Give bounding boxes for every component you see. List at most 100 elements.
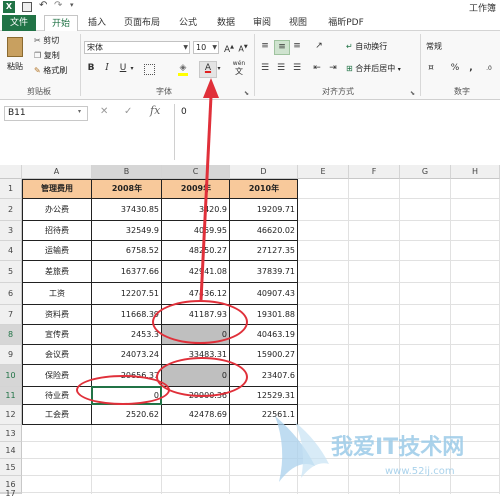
table-header-cell[interactable]: 2009年 [162,179,230,199]
shrink-font-icon[interactable]: A▼ [236,41,250,54]
cut-button[interactable]: ✂ 剪切 [34,35,59,46]
category-cell[interactable]: 办公费 [22,199,92,221]
category-cell[interactable]: 宣传费 [22,325,92,345]
align-center-icon[interactable]: ☰ [274,62,288,75]
currency-icon[interactable]: ¤ [424,62,438,75]
row-header-9[interactable]: 9 [0,345,22,365]
value-cell[interactable]: 37430.85 [92,199,162,221]
copy-button[interactable]: ❐ 复制 [34,50,60,61]
row-header-4[interactable]: 4 [0,241,22,261]
quick-access-dropdown-icon[interactable]: ▾ [70,1,74,9]
value-cell[interactable]: 37839.71 [230,261,298,283]
paste-button[interactable]: 粘贴 [4,35,26,79]
row-header-3[interactable]: 3 [0,221,22,241]
value-cell[interactable]: 27127.35 [230,241,298,261]
cancel-icon[interactable]: ✕ [100,106,108,117]
align-middle-icon[interactable]: ≡ [274,40,290,55]
category-cell[interactable]: 会议费 [22,345,92,365]
table-header-cell[interactable]: 2010年 [230,179,298,199]
value-cell[interactable]: 48250.27 [162,241,230,261]
save-icon[interactable] [22,2,32,12]
tab-formulas[interactable]: 公式 [174,15,202,31]
category-cell[interactable]: 运输费 [22,241,92,261]
formula-input[interactable]: 0 [174,104,500,160]
wrap-text-button[interactable]: ↵ 自动换行 [346,41,387,52]
align-right-icon[interactable]: ☰ [290,62,304,75]
italic-button[interactable]: I [100,62,114,75]
value-cell[interactable]: 15900.27 [230,345,298,365]
column-header-d[interactable]: D [230,165,298,179]
tab-page-layout[interactable]: 页面布局 [118,15,166,31]
tab-file[interactable]: 文件 [2,15,36,31]
select-all-corner[interactable] [0,165,22,179]
row-header-13[interactable]: 13 [0,425,22,442]
column-header-h[interactable]: H [451,165,500,179]
row-header-7[interactable]: 7 [0,305,22,325]
category-cell[interactable]: 工会费 [22,405,92,425]
value-cell[interactable]: 16377.66 [92,261,162,283]
value-cell[interactable]: 2520.62 [92,405,162,425]
column-header-a[interactable]: A [22,165,92,179]
value-cell[interactable]: 4059.95 [162,221,230,241]
phonetic-guide-button[interactable]: wén 文 [230,60,248,76]
value-cell[interactable]: 42941.08 [162,261,230,283]
value-cell[interactable]: 19209.71 [230,199,298,221]
row-header-1[interactable]: 1 [0,179,22,199]
undo-icon[interactable]: ↶ [39,0,47,11]
tab-data[interactable]: 数据 [212,15,240,31]
value-cell[interactable]: 2453.3 [92,325,162,345]
column-header-e[interactable]: E [298,165,349,179]
row-header-12[interactable]: 12 [0,405,22,425]
value-cell[interactable]: 12207.51 [92,283,162,305]
value-cell[interactable]: 32549.9 [92,221,162,241]
font-color-dropdown-icon[interactable]: ▾ [215,62,223,75]
percent-button[interactable]: % [448,62,462,75]
table-header-cell[interactable]: 2008年 [92,179,162,199]
value-cell[interactable]: 40907.43 [230,283,298,305]
merge-center-button[interactable]: ⊞ 合并后居中 ▾ [346,63,401,75]
redo-icon[interactable]: ↷ [54,0,62,11]
tab-view[interactable]: 视图 [284,15,312,31]
decrease-indent-icon[interactable]: ⇤ [310,62,324,75]
align-bottom-icon[interactable]: ≡ [290,40,304,53]
number-format-combo[interactable]: 常规 [424,41,498,54]
table-header-cell[interactable]: 管理费用 [22,179,92,199]
dialog-launcher-icon[interactable]: ⬊ [410,90,415,97]
row-header-2[interactable]: 2 [0,199,22,221]
grow-font-icon[interactable]: A▲ [222,41,236,55]
align-top-icon[interactable]: ≡ [258,40,272,53]
increase-decimal-icon[interactable]: .0 [482,62,496,75]
align-left-icon[interactable]: ☰ [258,62,272,75]
orientation-icon[interactable]: ↗ [312,40,326,53]
row-header-11[interactable]: 11 [0,387,22,405]
underline-dropdown-icon[interactable]: ▾ [128,62,136,75]
tab-review[interactable]: 审阅 [248,15,276,31]
value-cell[interactable]: 46620.02 [230,221,298,241]
row-header-8[interactable]: 8 [0,325,22,345]
value-cell[interactable]: 6758.52 [92,241,162,261]
value-cell[interactable]: 42478.69 [162,405,230,425]
dialog-launcher-icon[interactable]: ⬊ [244,90,249,97]
name-box[interactable]: B11 [4,106,88,121]
comma-button[interactable]: , [464,62,478,75]
increase-indent-icon[interactable]: ⇥ [326,62,340,75]
category-cell[interactable]: 资料费 [22,305,92,325]
column-header-f[interactable]: F [349,165,400,179]
bold-button[interactable]: B [84,62,98,75]
name-box-dropdown-icon[interactable]: ▾ [78,108,81,115]
row-header-10[interactable]: 10 [0,365,22,387]
font-size-combo[interactable]: 10 ▼ [193,41,219,54]
tab-foxit-pdf[interactable]: 福昕PDF [322,15,370,31]
row-header-5[interactable]: 5 [0,261,22,283]
enter-icon[interactable]: ✓ [124,106,132,117]
fx-icon[interactable]: fx [150,104,160,117]
borders-icon[interactable] [142,62,156,75]
row-header-6[interactable]: 6 [0,283,22,305]
category-cell[interactable]: 差旅费 [22,261,92,283]
value-cell[interactable]: 24073.24 [92,345,162,365]
column-header-g[interactable]: G [400,165,451,179]
row-header-15[interactable]: 15 [0,459,22,476]
row-header-14[interactable]: 14 [0,442,22,459]
category-cell[interactable]: 招待费 [22,221,92,241]
value-cell[interactable]: 3420.9 [162,199,230,221]
